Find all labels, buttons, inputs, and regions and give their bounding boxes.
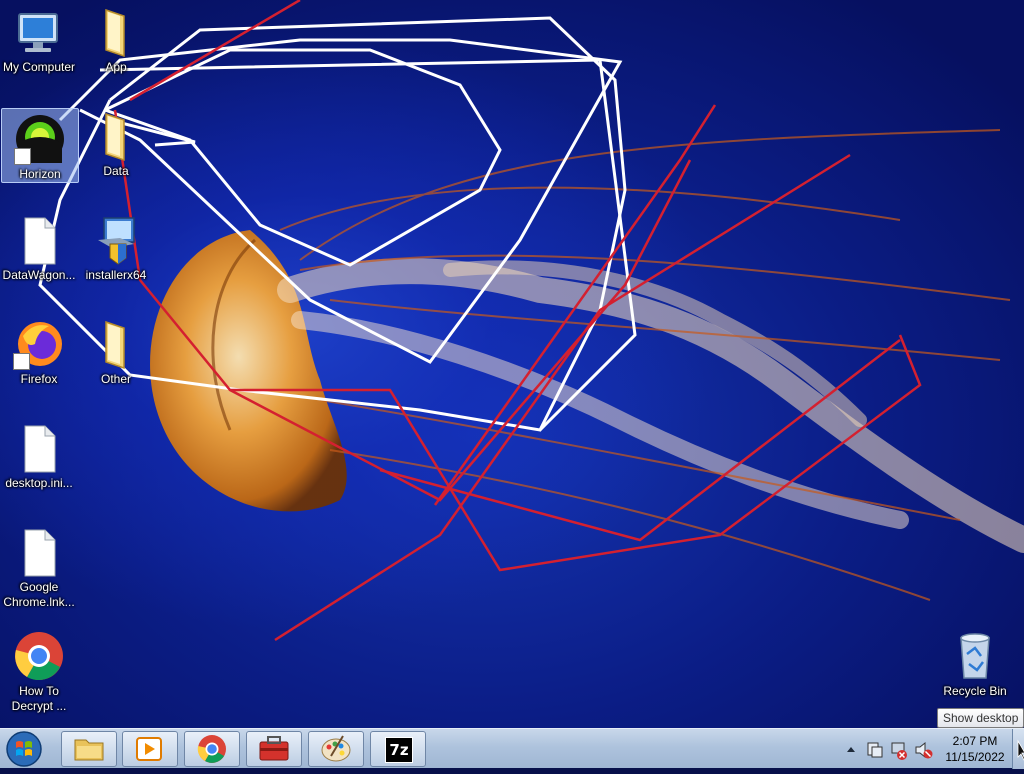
action-center-icon[interactable] xyxy=(867,742,883,758)
desktop-icon-label: installerx64 xyxy=(85,268,147,282)
horizon-app-icon xyxy=(14,113,66,165)
desktop-icon-label: App xyxy=(105,60,127,74)
desktop-icon-other-folder[interactable]: Other xyxy=(78,314,154,387)
file-icon xyxy=(13,214,65,266)
cursor-arrow-icon xyxy=(1017,739,1024,761)
chrome-icon xyxy=(13,630,65,682)
desktop-icon-google-chrome-lnk[interactable]: Google Chrome.lnk... xyxy=(1,522,77,610)
recycle-bin-icon xyxy=(949,630,1001,682)
show-hidden-icons-arrow-icon[interactable] xyxy=(847,747,855,752)
system-clock[interactable]: 2:07 PM 11/15/2022 xyxy=(940,733,1010,765)
firefox-icon xyxy=(13,318,65,370)
taskbar-chrome-button[interactable] xyxy=(184,731,240,767)
media-player-icon xyxy=(136,737,162,761)
desktop-icon-label: Other xyxy=(100,372,131,386)
paint-palette-icon xyxy=(321,735,351,762)
volume-muted-icon[interactable] xyxy=(915,741,933,759)
taskbar-paint-button[interactable] xyxy=(308,731,364,767)
show-desktop-button[interactable] xyxy=(1012,729,1024,769)
desktop-icon-label: Google Chrome.lnk... xyxy=(3,580,75,609)
desktop-icon-datawagon[interactable]: DataWagon... xyxy=(1,210,77,283)
file-icon xyxy=(13,526,65,578)
desktop-icon-label: DataWagon... xyxy=(2,268,76,282)
desktop-icon-installerx64[interactable]: installerx64 xyxy=(78,210,154,283)
clock-time: 2:07 PM xyxy=(952,734,998,748)
shortcut-arrow-icon xyxy=(14,148,31,165)
computer-icon xyxy=(13,6,65,58)
folder-icon xyxy=(90,110,142,162)
desktop-icon-label: My Computer xyxy=(2,60,76,74)
folder-icon xyxy=(74,739,104,761)
jellyfish xyxy=(150,129,1024,601)
desktop-icon-label: Data xyxy=(103,164,129,178)
shortcut-arrow-icon xyxy=(13,353,30,370)
7zip-icon: 7z xyxy=(385,737,413,763)
folder-icon xyxy=(90,318,142,370)
desktop-icon-my-computer[interactable]: My Computer xyxy=(1,2,77,75)
network-disconnected-icon[interactable] xyxy=(891,742,907,760)
desktop-icon-desktop-ini[interactable]: desktop.ini... xyxy=(1,418,77,491)
taskbar-file-explorer-button[interactable] xyxy=(61,731,117,767)
desktop-icon-label: How To Decrypt ... xyxy=(11,684,67,713)
desktop-icon-label: Firefox xyxy=(20,372,58,386)
desktop-icon-firefox[interactable]: Firefox xyxy=(1,314,77,387)
desktop-icon-label: desktop.ini... xyxy=(5,476,73,490)
desktop-icon-label: Recycle Bin xyxy=(943,684,1007,698)
notification-area xyxy=(842,729,952,769)
taskbar: 7z 2:07 PM 11/15/2022 xyxy=(0,728,1024,769)
desktop-icon-data-folder[interactable]: Data xyxy=(78,106,154,179)
taskbar-7zip-button[interactable]: 7z xyxy=(370,731,426,767)
chrome-icon xyxy=(197,735,226,763)
taskbar-toolbox-button[interactable] xyxy=(246,731,302,767)
desktop[interactable]: My Computer App Horizon Data DataWagon..… xyxy=(0,0,1024,728)
7zip-icon-text: 7z xyxy=(389,741,409,759)
taskbar-media-player-button[interactable] xyxy=(122,731,178,767)
desktop-icon-label: Horizon xyxy=(19,167,61,181)
installer-icon xyxy=(90,214,142,266)
file-icon xyxy=(13,422,65,474)
toolbox-icon xyxy=(259,736,289,761)
desktop-icon-how-to-decrypt[interactable]: How To Decrypt ... xyxy=(1,626,77,714)
clock-date: 11/15/2022 xyxy=(945,750,1005,764)
desktop-icon-app-folder[interactable]: App xyxy=(78,2,154,75)
desktop-icon-recycle-bin[interactable]: Recycle Bin xyxy=(937,626,1013,699)
show-desktop-tooltip: Show desktop xyxy=(937,708,1024,728)
start-button[interactable] xyxy=(4,730,44,768)
folder-icon xyxy=(90,6,142,58)
desktop-icon-horizon[interactable]: Horizon xyxy=(1,108,79,183)
